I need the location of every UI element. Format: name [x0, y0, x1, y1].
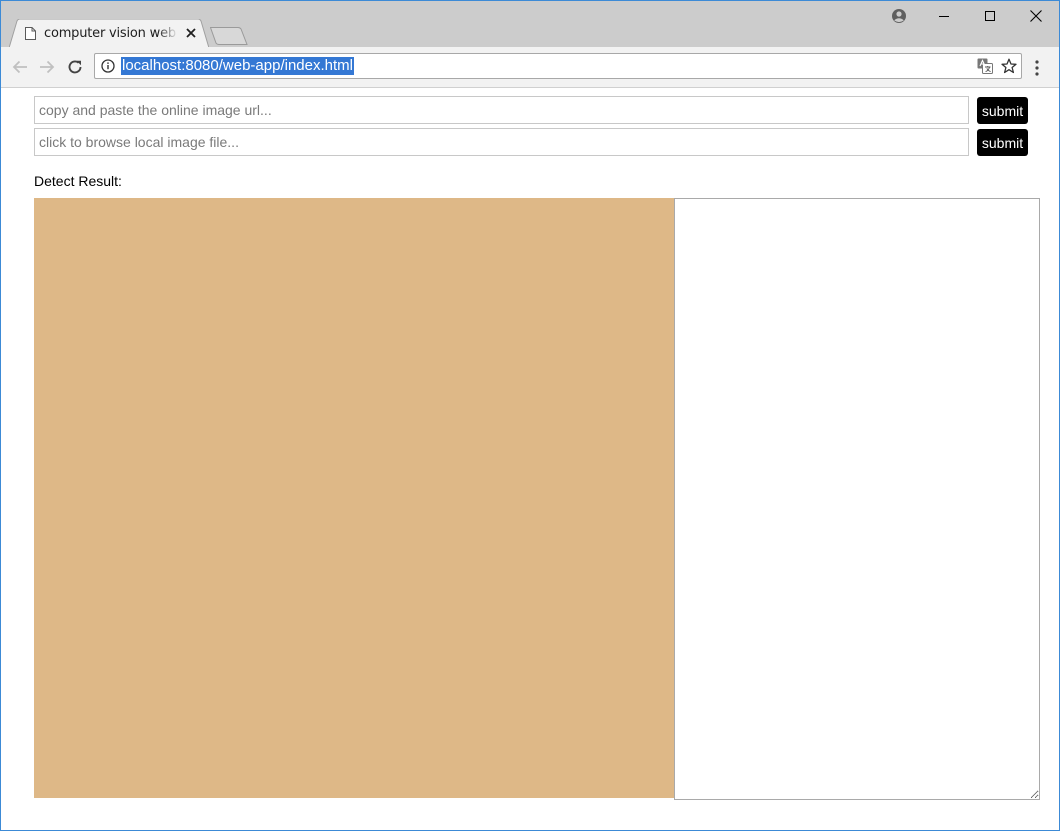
forward-button[interactable] — [37, 57, 57, 77]
minimize-button[interactable] — [921, 1, 967, 31]
translate-icon[interactable] — [977, 58, 993, 74]
url-submit-button[interactable]: submit — [977, 97, 1028, 124]
page-content: submit submit Detect Result: — [1, 88, 1059, 830]
file-submit-button[interactable]: submit — [977, 129, 1028, 156]
reload-icon — [68, 60, 82, 74]
url-text[interactable]: localhost:8080/web-app/index.html — [121, 57, 354, 75]
tab-strip: computer vision web app — [1, 1, 1059, 48]
forward-arrow-icon — [40, 60, 55, 74]
tab-active[interactable]: computer vision web app — [9, 19, 209, 48]
result-image-canvas — [34, 198, 675, 798]
back-arrow-icon — [12, 60, 27, 74]
address-bar[interactable]: localhost:8080/web-app/index.html — [94, 53, 1022, 79]
tab-close-icon[interactable] — [185, 27, 197, 39]
close-icon — [1030, 10, 1042, 22]
reload-button[interactable] — [65, 57, 85, 77]
minimize-icon — [939, 16, 949, 17]
new-tab-button[interactable] — [210, 27, 248, 45]
profile-icon[interactable] — [891, 8, 907, 24]
page-file-icon — [25, 27, 36, 40]
browser-window: computer vision web app — [0, 0, 1060, 831]
maximize-icon — [985, 11, 995, 21]
kebab-menu-icon[interactable] — [1034, 59, 1040, 77]
browser-toolbar: localhost:8080/web-app/index.html — [1, 47, 1059, 88]
close-window-button[interactable] — [1013, 1, 1059, 31]
tab-title: computer vision web app — [44, 26, 178, 41]
info-icon[interactable] — [101, 59, 115, 73]
local-file-input[interactable] — [34, 128, 969, 156]
result-output-textarea[interactable] — [674, 198, 1040, 800]
back-button[interactable] — [10, 57, 30, 77]
maximize-button[interactable] — [967, 1, 1013, 31]
image-url-input[interactable] — [34, 96, 969, 124]
detect-result-label: Detect Result: — [34, 173, 122, 189]
bookmark-star-icon[interactable] — [1001, 58, 1017, 74]
